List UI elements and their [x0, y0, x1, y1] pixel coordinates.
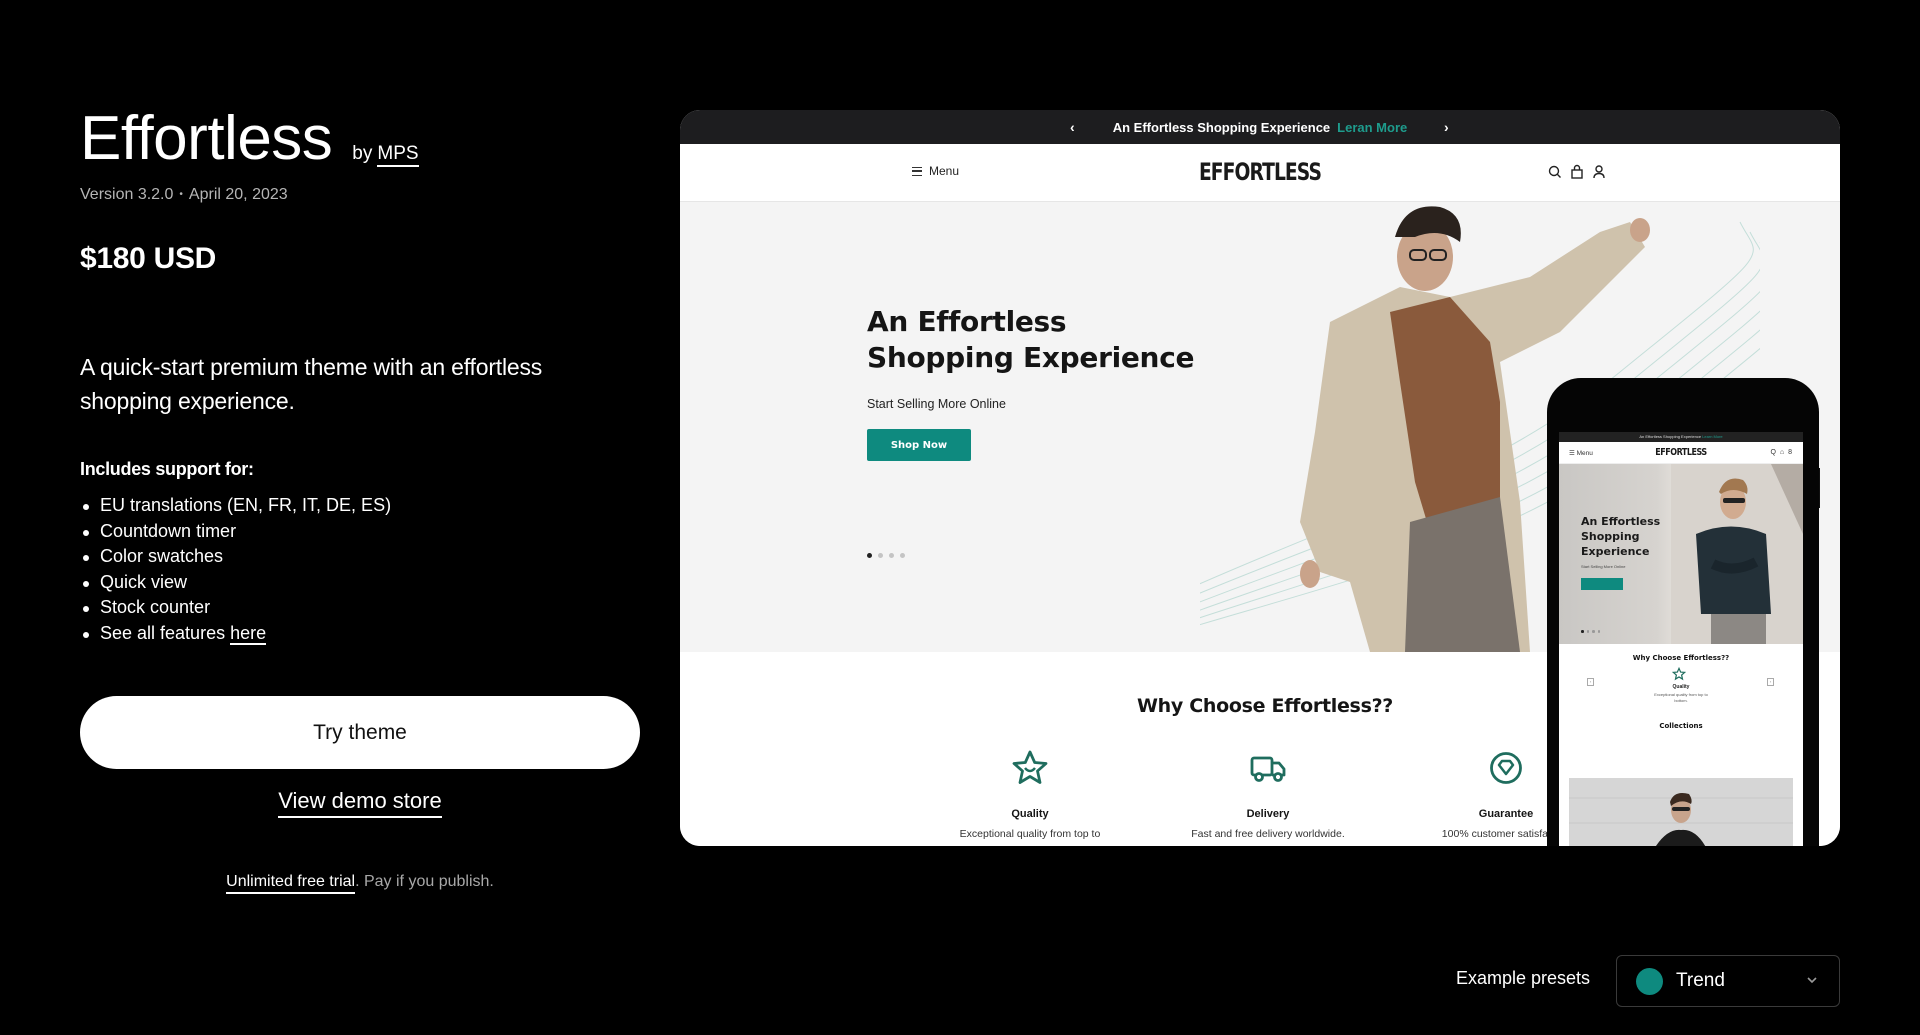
mobile-slide-dot[interactable] [1586, 630, 1589, 633]
preset-selected-value: Trend [1676, 970, 1725, 991]
mobile-header: ☰ Menu EFFORTLESS Q ⌂ 8 [1559, 442, 1803, 464]
byline: by MPS [352, 143, 419, 167]
version-text: Version 3.2.0 [80, 186, 174, 203]
theme-description: A quick-start premium theme with an effo… [80, 354, 543, 414]
demo-link-wrap: View demo store [80, 788, 640, 818]
mobile-next-arrow[interactable]: › [1767, 678, 1774, 686]
header-icons [1548, 164, 1606, 180]
feature-desc: Exceptional quality from top to bottom. [959, 828, 1101, 846]
announcement-bar: ‹ An Effortless Shopping Experience Lera… [680, 110, 1840, 144]
feature-name: Delivery [1246, 808, 1290, 820]
diamond-badge-icon [1490, 752, 1522, 784]
mobile-star-icon [1672, 667, 1686, 681]
author-link[interactable]: MPS [377, 143, 419, 167]
presets-label: Example presets [1456, 968, 1591, 988]
mobile-logo[interactable]: EFFORTLESS [1583, 447, 1778, 458]
announcement-text: An Effortless Shopping Experience [1112, 119, 1331, 135]
feature-name: Quality [1011, 808, 1049, 820]
free-trial-link[interactable]: Unlimited free trial [226, 873, 356, 894]
preset-dropdown[interactable]: Trend [1616, 955, 1840, 1007]
feature-item: Quick view [80, 570, 391, 596]
theme-price: $180 USD [80, 242, 217, 275]
mobile-screen: An Effortless Shopping Experience Learn … [1559, 432, 1803, 846]
mobile-feature-desc-line: bottom. [1674, 698, 1688, 703]
mobile-collection-image [1569, 778, 1793, 846]
mobile-slide-dot[interactable] [1581, 630, 1584, 633]
feature-item: Stock counter [80, 595, 391, 621]
release-date: April 20, 2023 [188, 186, 288, 203]
feature-delivery: Delivery Fast and free delivery worldwid… [1183, 748, 1353, 843]
slide-dot[interactable] [867, 553, 872, 558]
feature-item: Color swatches [80, 544, 391, 570]
store-header: Menu EFFORTLESS [680, 144, 1840, 202]
chevron-left-icon[interactable]: ‹ [1070, 119, 1075, 135]
mobile-shop-now-button[interactable] [1581, 578, 1623, 590]
announcement-link[interactable]: Leran More [1337, 120, 1407, 135]
hero-content: An Effortless Shopping Experience Start … [867, 304, 1194, 461]
preset-color-swatch [1636, 967, 1663, 995]
mobile-hero-title-line: An Effortless [1581, 515, 1661, 528]
bag-icon[interactable] [1570, 164, 1584, 180]
mobile-preview: An Effortless Shopping Experience Learn … [1547, 378, 1819, 846]
truck-icon [1250, 756, 1286, 782]
meta-separator: • [179, 189, 183, 201]
mobile-slide-dot[interactable] [1592, 630, 1595, 633]
slide-dot[interactable] [900, 553, 905, 558]
mobile-hero-title-line: Shopping [1581, 530, 1640, 543]
mobile-feature-carousel: ‹ Quality Exceptional quality from top t… [1559, 662, 1803, 720]
hero-title-line: Shopping Experience [867, 341, 1195, 374]
mobile-hero-title-line: Experience [1581, 545, 1650, 558]
mobile-collections-title: Collections [1659, 722, 1703, 730]
hero-title-line: An Effortless [867, 305, 1067, 338]
mobile-announcement-bar: An Effortless Shopping Experience Learn … [1559, 432, 1803, 442]
view-demo-store-link[interactable]: View demo store [278, 788, 442, 818]
feature-quality: Quality Exceptional quality from top to … [945, 748, 1115, 846]
see-all-features-link[interactable]: here [230, 622, 267, 645]
byline-prefix: by [352, 143, 373, 164]
mobile-hero-model-image [1671, 464, 1803, 644]
mobile-slide-dots [1581, 630, 1600, 633]
hero-title: An Effortless Shopping Experience [867, 304, 1194, 376]
try-theme-button[interactable]: Try theme [80, 696, 640, 769]
search-icon[interactable] [1548, 164, 1562, 180]
trial-note: Unlimited free trial. Pay if you publish… [80, 873, 640, 894]
slide-dot[interactable] [889, 553, 894, 558]
support-heading: Includes support for: [80, 459, 254, 479]
mobile-hero: An Effortless Shopping Experience Start … [1559, 464, 1803, 644]
mobile-announcement-text: An Effortless Shopping Experience [1639, 434, 1702, 439]
mobile-announcement-link[interactable]: Learn More [1702, 434, 1722, 439]
chevron-down-icon [1807, 977, 1817, 984]
theme-preview: ‹ An Effortless Shopping Experience Lera… [680, 110, 1840, 846]
mobile-slide-dot[interactable] [1597, 630, 1600, 633]
hero-subtitle: Start Selling More Online [867, 397, 1006, 411]
slideshow-dots [867, 553, 905, 558]
account-icon[interactable] [1592, 164, 1606, 180]
shop-now-button[interactable]: Shop Now [867, 429, 971, 461]
title-row: Effortless by MPS [80, 108, 419, 170]
version-meta: Version 3.2.0 • April 20, 2023 [80, 186, 288, 204]
slide-dot[interactable] [878, 553, 883, 558]
feature-desc: Fast and free delivery worldwide. [1191, 828, 1345, 840]
mobile-hero-subtitle: Start Selling More Online [1581, 564, 1626, 569]
mobile-hero-title: An Effortless Shopping Experience [1581, 514, 1660, 559]
mobile-why-title: Why Choose Effortless?? [1632, 654, 1730, 662]
feature-item-see-all: See all features here [80, 621, 391, 647]
feature-item: Countdown timer [80, 519, 391, 545]
chevron-right-icon[interactable]: › [1444, 119, 1449, 135]
feature-list: EU translations (EN, FR, IT, DE, ES) Cou… [80, 493, 391, 647]
see-all-text: See all features [100, 622, 231, 643]
star-icon [1012, 750, 1048, 784]
feature-item: EU translations (EN, FR, IT, DE, ES) [80, 493, 391, 519]
trial-suffix: . Pay if you publish. [355, 873, 494, 890]
theme-title: Effortless [80, 104, 333, 173]
mobile-feature-desc: Exceptional quality from top to bottom. [1559, 692, 1803, 704]
mobile-header-icons[interactable]: Q ⌂ 8 [1771, 449, 1793, 456]
